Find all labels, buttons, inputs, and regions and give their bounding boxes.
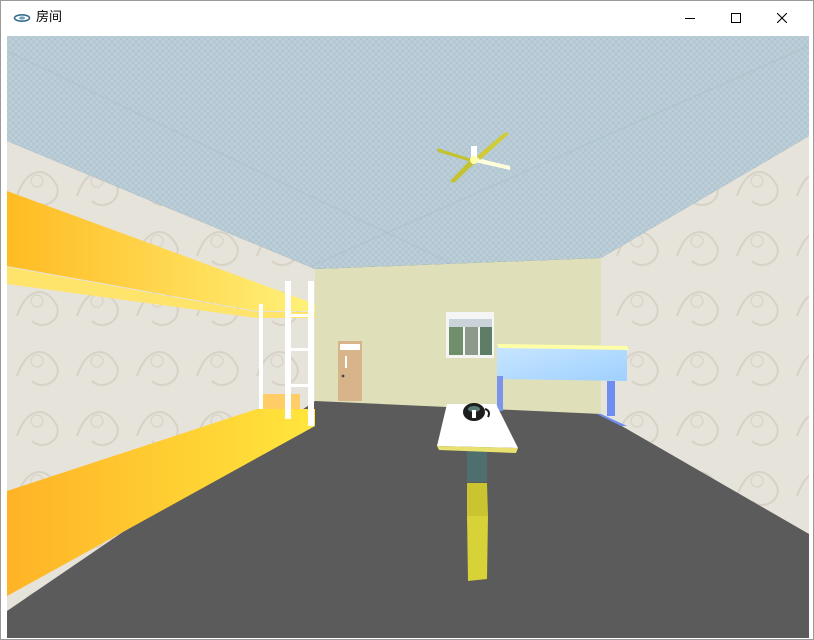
minimize-button[interactable] — [667, 1, 713, 35]
window-title: 房间 — [36, 10, 63, 25]
3d-viewport[interactable] — [7, 36, 809, 638]
room-scene — [7, 36, 809, 638]
door — [338, 341, 362, 401]
title-bar[interactable]: 房间 — [1, 1, 813, 35]
glasses-app-icon — [13, 11, 31, 25]
app-window: 房间 — [0, 0, 814, 640]
minimize-icon — [685, 13, 695, 23]
maximize-button[interactable] — [713, 1, 759, 35]
close-button[interactable] — [759, 1, 805, 35]
close-icon — [777, 13, 787, 23]
maximize-icon — [731, 13, 741, 23]
window — [446, 312, 494, 358]
